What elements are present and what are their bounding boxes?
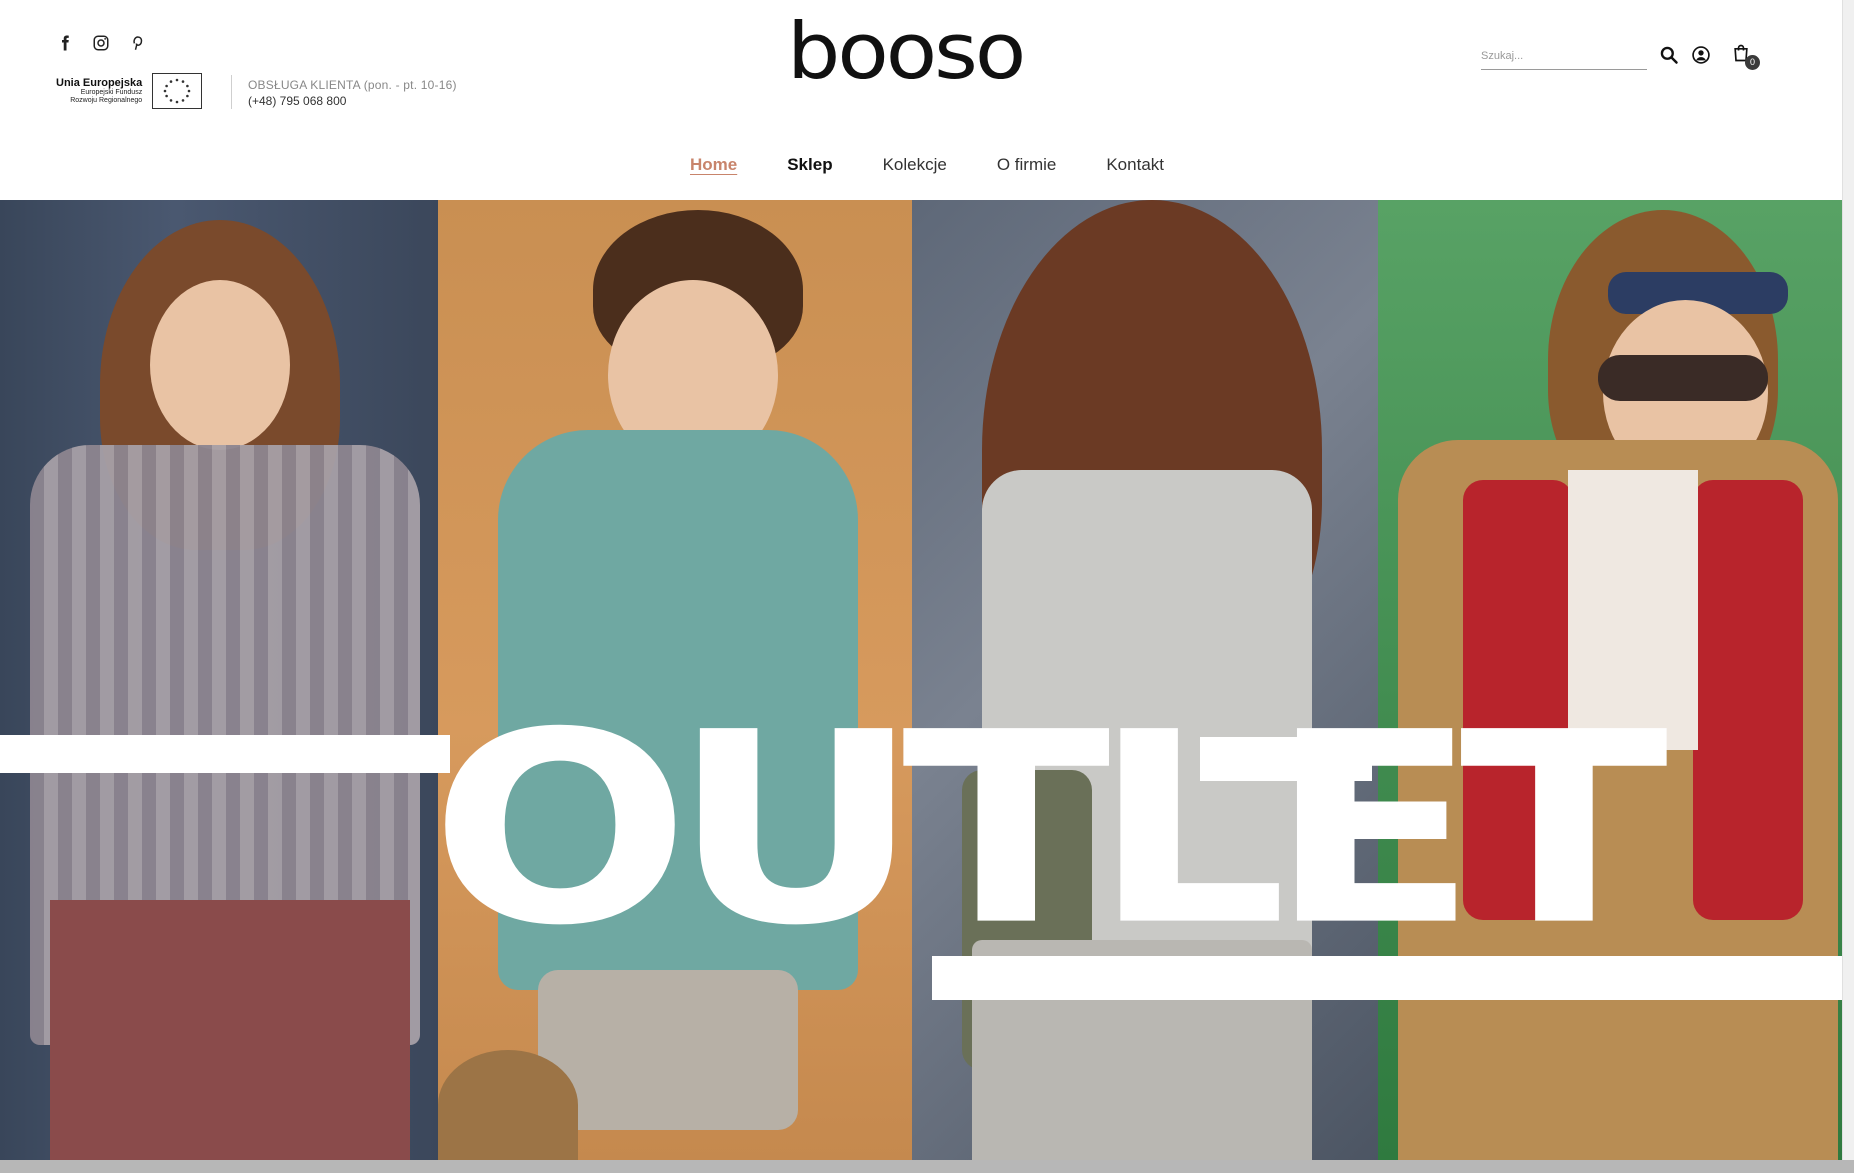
page: Unia Europejska Europejski Fundusz Rozwo…: [0, 0, 1854, 1173]
customer-service-phone[interactable]: (+48) 795 068 800: [248, 93, 457, 109]
nav-item-kontakt[interactable]: Kontakt: [1081, 152, 1189, 178]
main-navigation: Home Sklep Kolekcje O firmie Kontakt: [0, 152, 1854, 178]
nav-item-o-firmie[interactable]: O firmie: [972, 152, 1082, 178]
nav-item-kolekcje[interactable]: Kolekcje: [858, 152, 972, 178]
hero-photo-boy-mint-hoodie: [438, 200, 912, 1160]
user-account-icon[interactable]: [1690, 44, 1712, 66]
nav-item-sklep[interactable]: Sklep: [762, 152, 857, 178]
outlet-underline-left: [0, 735, 450, 773]
eu-title: Unia Europejska: [56, 76, 143, 89]
logo-text: booso: [787, 6, 1026, 97]
header-divider: [231, 75, 232, 109]
eu-flag-icon: [152, 73, 203, 109]
instagram-icon[interactable]: [92, 34, 110, 52]
customer-service-label: OBSŁUGA KLIENTA (pon. - pt. 10-16): [248, 78, 457, 92]
hero-photo-girl-checked-jacket: [0, 200, 438, 1160]
booso-logo[interactable]: booso: [787, 12, 1039, 98]
hero-photo-boy-red-vest: [1378, 200, 1854, 1160]
eu-fund-line2: Rozwoju Regionalnego: [70, 97, 143, 105]
bottom-strip: [0, 1160, 1854, 1173]
nav-item-home[interactable]: Home: [665, 152, 762, 178]
outlet-accent-bar: [1200, 737, 1372, 781]
eu-funding-badge: Unia Europejska Europejski Fundusz Rozwo…: [56, 73, 203, 109]
hero-photo-girl-sherpa-vest: [912, 200, 1378, 1160]
cart-count-badge: 0: [1745, 55, 1760, 70]
search-icon[interactable]: [1658, 44, 1680, 66]
eu-fund-line1: Europejski Fundusz: [80, 89, 143, 97]
search-input[interactable]: [1481, 42, 1647, 69]
facebook-icon[interactable]: [56, 34, 74, 52]
social-links: [56, 34, 146, 52]
outlet-underline-right: [932, 956, 1854, 1000]
search-box: [1481, 42, 1647, 70]
page-scrollbar[interactable]: [1842, 0, 1854, 1160]
customer-service: OBSŁUGA KLIENTA (pon. - pt. 10-16) (+48)…: [248, 77, 457, 109]
hero-banner[interactable]: OUTLET: [0, 200, 1854, 1160]
site-header: Unia Europejska Europejski Fundusz Rozwo…: [0, 0, 1854, 200]
pinterest-icon[interactable]: [128, 34, 146, 52]
